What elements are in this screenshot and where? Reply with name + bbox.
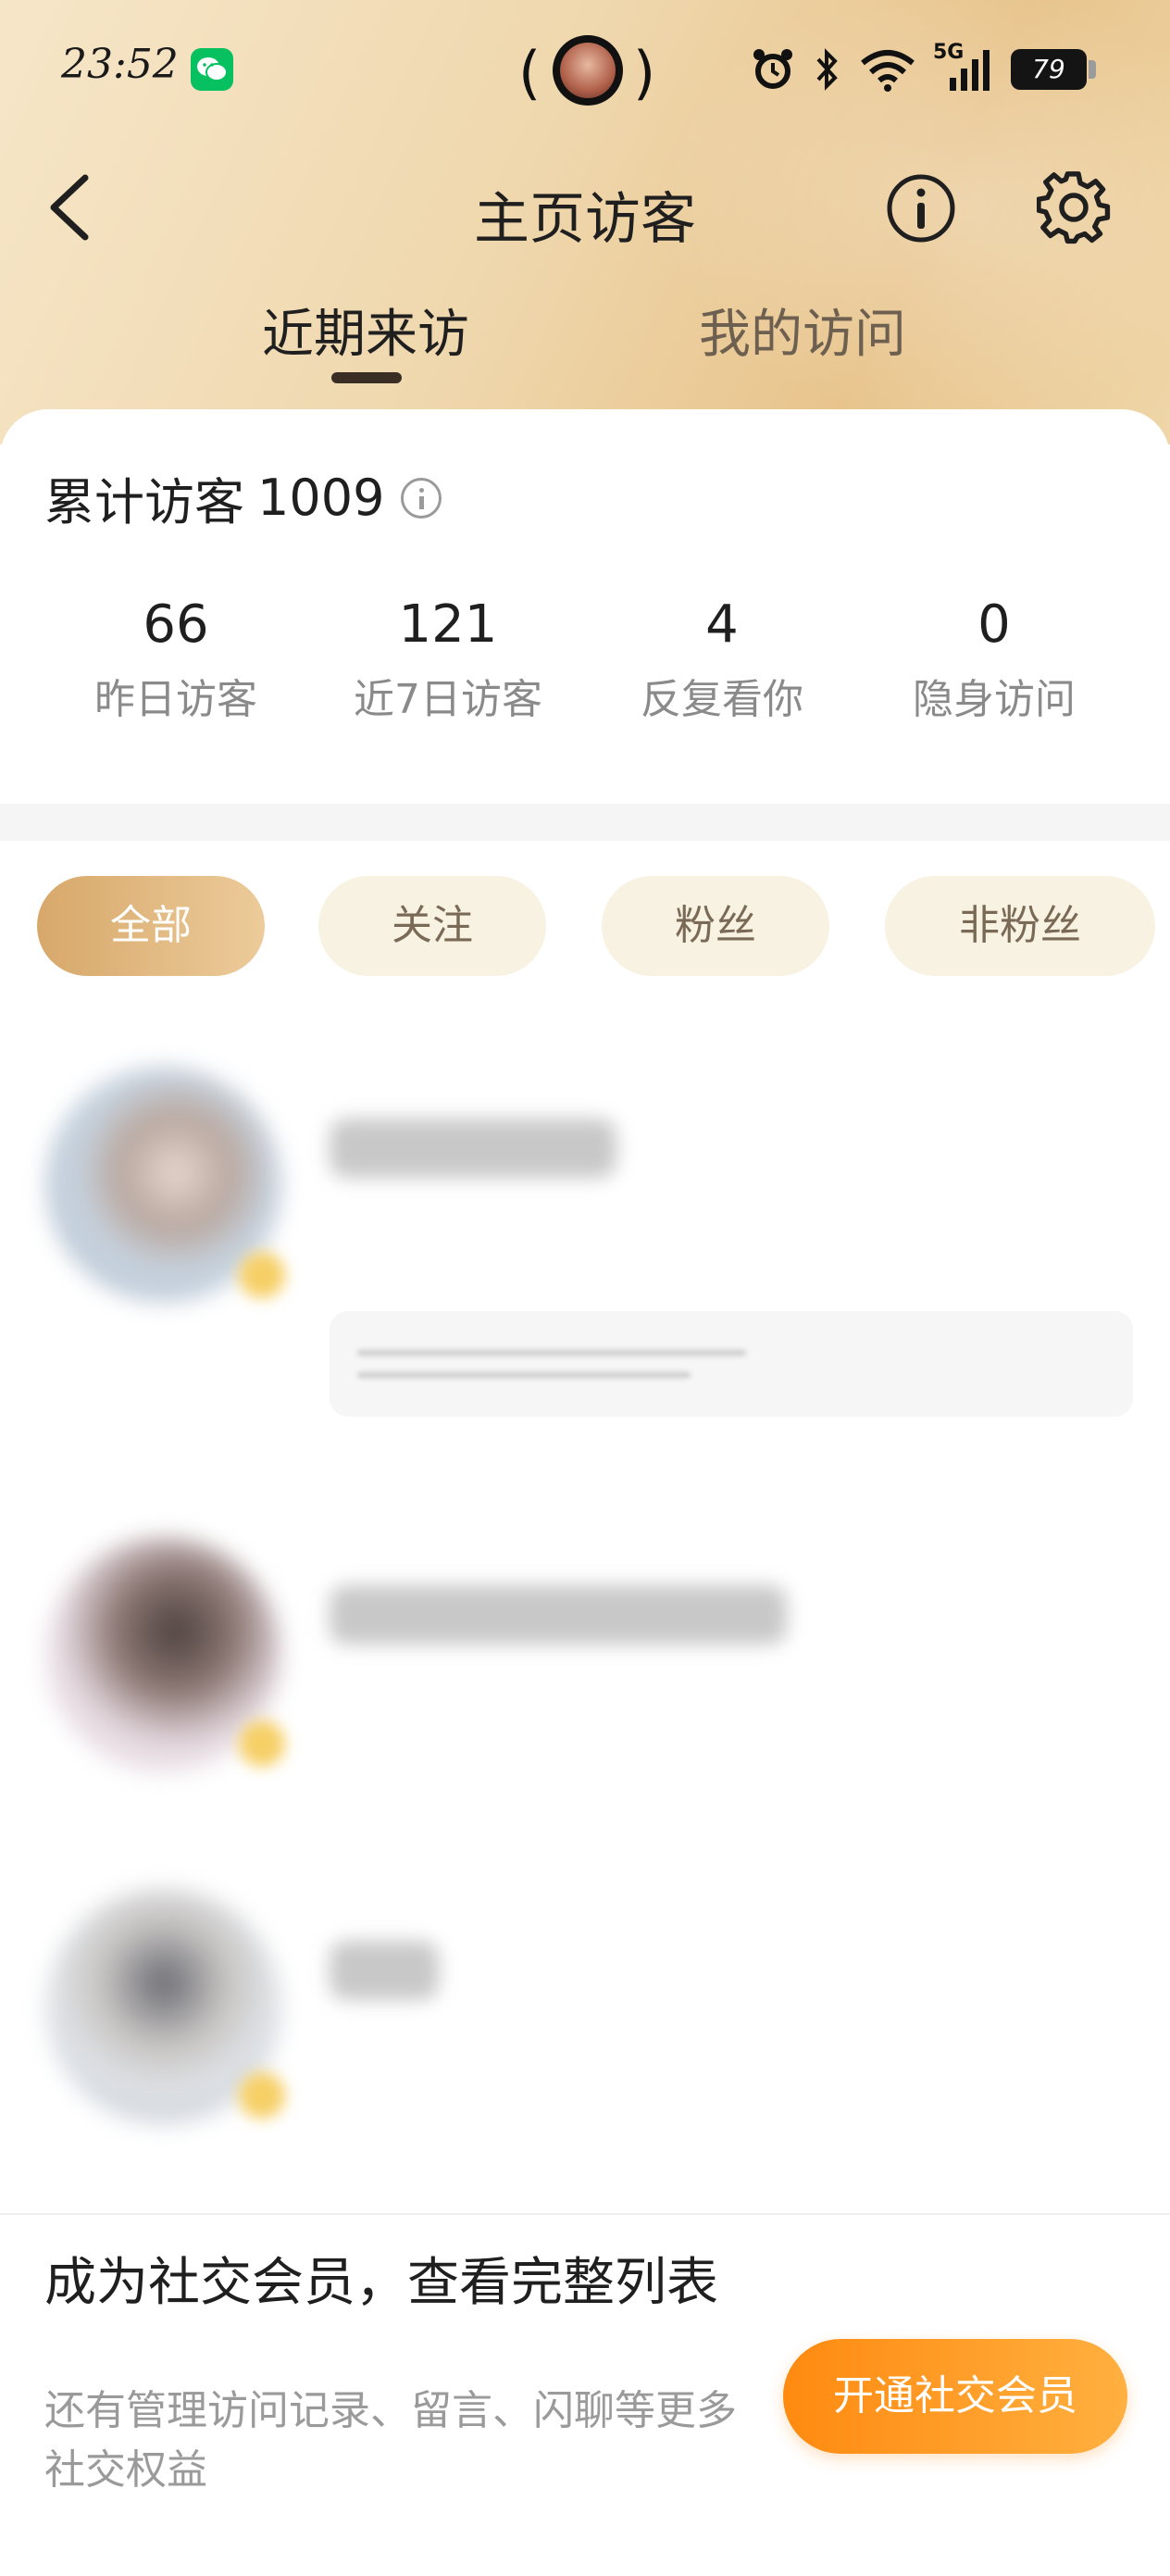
total-visitors-value: 1009 — [257, 469, 385, 527]
cellular-signal-icon: 5G — [933, 41, 994, 93]
stat-label: 近7日访客 — [354, 676, 542, 723]
battery-icon: 79 — [1011, 49, 1096, 90]
visitor-row[interactable] — [0, 1537, 1170, 1778]
stat-last-7-days[interactable]: 121 近7日访客 — [309, 594, 587, 725]
filter-following[interactable]: 关注 — [318, 876, 546, 976]
status-time: 23:52 — [61, 41, 179, 88]
stat-value: 66 — [143, 594, 209, 655]
visitor-row[interactable] — [0, 1889, 1170, 2130]
avatar-icon — [553, 35, 623, 106]
active-tab-indicator — [331, 372, 402, 383]
total-visitors-label: 累计访客 — [44, 473, 244, 531]
tab-my-visits[interactable]: 我的访问 — [699, 293, 906, 368]
open-membership-button[interactable]: 开通社交会员 — [783, 2339, 1127, 2454]
section-divider — [0, 804, 1170, 841]
live-activity-avatar[interactable]: ( ) — [518, 35, 657, 106]
info-small-icon[interactable] — [401, 477, 442, 519]
stat-invisible-visits[interactable]: 0 隐身访问 — [855, 594, 1133, 725]
gear-icon — [1036, 171, 1111, 244]
filter-fans[interactable]: 粉丝 — [602, 876, 829, 976]
bluetooth-icon — [816, 48, 838, 91]
visitor-name-blurred — [330, 1941, 439, 2000]
stat-value: 121 — [398, 594, 498, 655]
status-bar: 23:52 ( ) 5G 79 — [0, 0, 1170, 139]
promo-title: 成为社交会员，查看完整列表 — [44, 2253, 718, 2313]
promo-description: 还有管理访问记录、留言、闪聊等更多社交权益 — [44, 2387, 737, 2494]
visitor-row[interactable] — [0, 1067, 1170, 1456]
stat-value: 0 — [977, 594, 1011, 655]
visitor-name-blurred — [330, 1585, 787, 1644]
filter-chips: 全部 关注 粉丝 非粉丝 — [0, 876, 1170, 978]
network-type-label: 5G — [933, 41, 965, 64]
stat-repeat-viewers[interactable]: 4 反复看你 — [583, 594, 861, 725]
filter-all[interactable]: 全部 — [37, 876, 265, 976]
alarm-icon — [753, 49, 792, 89]
back-button[interactable] — [43, 165, 98, 250]
filter-non-fans[interactable]: 非粉丝 — [885, 876, 1155, 976]
visit-tabs: 近期来访 我的访问 — [0, 293, 1170, 394]
visitor-name-blurred — [330, 1119, 616, 1178]
stat-yesterday[interactable]: 66 昨日访客 — [37, 594, 315, 725]
vip-badge-icon — [239, 1720, 285, 1767]
vip-badge-icon — [239, 1252, 285, 1298]
stat-label: 昨日访客 — [94, 676, 257, 723]
status-icons: 5G 79 — [750, 37, 1096, 102]
info-icon — [887, 174, 955, 243]
settings-button[interactable] — [1036, 170, 1111, 244]
total-visitors: 累计访客 1009 — [44, 461, 442, 534]
tab-recent-visits[interactable]: 近期来访 — [262, 293, 469, 368]
membership-promo-bar: 成为社交会员，查看完整列表 还有管理访问记录、留言、闪聊等更多社交权益 开通社交… — [0, 2213, 1170, 2576]
info-button[interactable] — [885, 172, 957, 244]
stat-label: 隐身访问 — [913, 676, 1076, 723]
visitor-message-blurred — [330, 1311, 1133, 1417]
wechat-notification-icon — [191, 48, 233, 91]
stat-value: 4 — [705, 594, 739, 655]
vip-badge-icon — [239, 2072, 285, 2119]
stat-label: 反复看你 — [641, 676, 803, 723]
chevron-left-icon — [50, 174, 89, 241]
wifi-icon — [861, 50, 915, 92]
